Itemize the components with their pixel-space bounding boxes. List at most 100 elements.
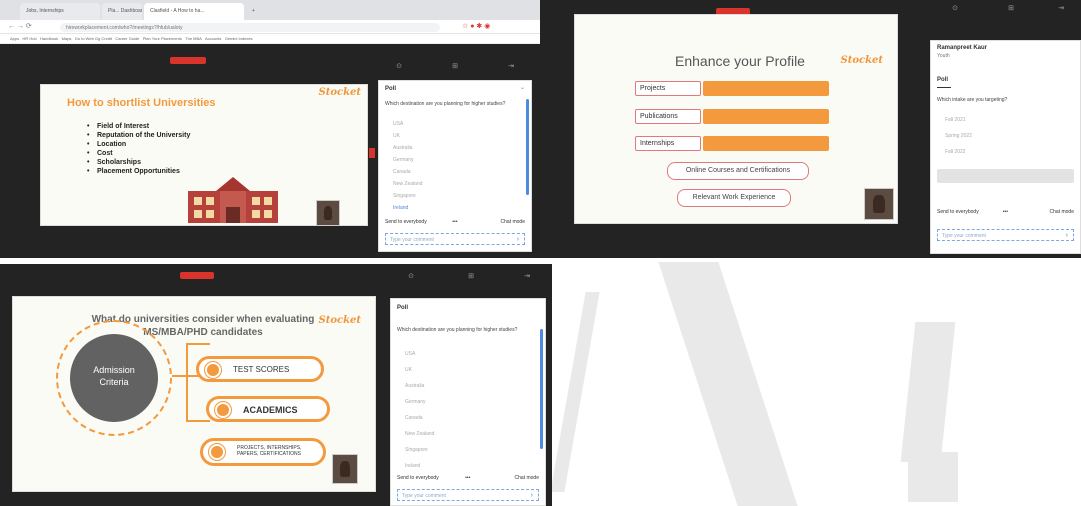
- new-tab-button[interactable]: +: [246, 3, 260, 20]
- send-arrow-icon[interactable]: ›: [1066, 232, 1068, 239]
- poll-scrollbar[interactable]: [526, 99, 529, 195]
- browser-tab[interactable]: Pla... Dashboard: [102, 3, 142, 20]
- profile-item-bar: [703, 81, 829, 96]
- center-label-line: Criteria: [99, 377, 129, 387]
- poll-option[interactable]: Ireland: [405, 463, 420, 469]
- send-arrow-icon[interactable]: ›: [517, 236, 519, 243]
- back-forward-reload-icons[interactable]: ← → ⟳: [8, 22, 32, 30]
- poll-option[interactable]: Fall 2021: [945, 117, 966, 123]
- share-icon[interactable]: ⊙: [384, 62, 414, 75]
- bookmark[interactable]: Maps: [62, 36, 72, 41]
- bookmark[interactable]: Go to Web Gg Credit: [75, 36, 112, 41]
- bookmark[interactable]: Plan Your Placements: [143, 36, 182, 41]
- more-options-icon[interactable]: •••: [452, 219, 457, 225]
- poll-option[interactable]: UK: [405, 367, 412, 373]
- bookmark[interactable]: Handbook: [40, 36, 58, 41]
- poll-panel: Ramanpreet Kaur Youth Poll Which intake …: [930, 40, 1081, 254]
- poll-option[interactable]: Australia: [405, 383, 424, 389]
- share-icon[interactable]: ⊙: [396, 272, 426, 280]
- share-icon[interactable]: ⊙: [940, 4, 970, 12]
- bookmark[interactable]: Gemini Indexes: [225, 36, 253, 41]
- poll-option[interactable]: Ireland: [393, 205, 408, 211]
- connector-line: [186, 343, 188, 421]
- send-to-dropdown[interactable]: Send to everybody: [397, 475, 439, 481]
- people-icon[interactable]: ⊞: [456, 272, 486, 280]
- brand-logo: Stocket: [318, 315, 361, 326]
- url-field[interactable]: hireworkplacement.com/who?/meetings?/hfu…: [60, 23, 440, 32]
- poll-option[interactable]: Germany: [405, 399, 426, 405]
- send-to-dropdown[interactable]: Send to everybody: [937, 209, 979, 215]
- poll-option[interactable]: UK: [393, 133, 400, 139]
- more-options-icon[interactable]: •••: [1003, 209, 1008, 215]
- center-label-line: Admission: [93, 365, 135, 375]
- criterion-label: PROJECTS, INTERNSHIPS, PAPERS, CERTIFICA…: [237, 445, 302, 457]
- message-input[interactable]: Type your comment ›: [385, 233, 525, 245]
- bookmark[interactable]: Accounts: [205, 36, 221, 41]
- chat-mode-toggle[interactable]: Chat mode: [515, 475, 539, 481]
- scan-artifacts: [548, 262, 1081, 506]
- poll-title: Poll: [397, 305, 409, 311]
- profile-item-label: Projects: [635, 81, 701, 96]
- message-input[interactable]: Type your comment ›: [397, 489, 539, 501]
- leave-icon[interactable]: ⇥: [512, 272, 542, 280]
- browser-tab-strip: Jobs, Internships Pla... Dashboard Clasf…: [0, 0, 548, 20]
- profile-pill: Online Courses and Certifications: [667, 162, 809, 180]
- people-icon[interactable]: ⊞: [440, 62, 470, 75]
- profile-item-bar: [703, 109, 829, 124]
- slide-enhance-profile: Enhance your Profile Stocket Projects Pu…: [574, 14, 898, 224]
- bookmarks-bar: Apps HR Hub Handbook Maps Go to Web Gg C…: [0, 34, 548, 44]
- poll-option[interactable]: Canada: [405, 415, 423, 421]
- user-name: Ramanpreet Kaur: [937, 45, 988, 51]
- poll-title: Poll: [385, 86, 397, 92]
- criterion-label: TEST SCORES: [233, 365, 290, 374]
- poll-option[interactable]: Canada: [393, 169, 411, 175]
- criterion-academics: ACADEMICS: [206, 396, 330, 422]
- recording-indicator: [170, 57, 206, 64]
- people-icon[interactable]: ⊞: [996, 4, 1026, 12]
- leave-icon[interactable]: ⇥: [1046, 4, 1076, 12]
- bookmark[interactable]: HR Hub: [22, 36, 36, 41]
- profile-item-bar: [703, 136, 829, 151]
- poll-option[interactable]: USA: [393, 121, 403, 127]
- chat-mode-toggle[interactable]: Chat mode: [501, 219, 525, 225]
- submit-button[interactable]: [937, 169, 1074, 183]
- send-row: Send to everybody ••• Chat mode: [937, 209, 1074, 215]
- poll-option[interactable]: New Zealand: [405, 431, 434, 437]
- poll-option[interactable]: Singapore: [393, 193, 416, 199]
- university-building-icon: [188, 177, 278, 223]
- chat-mode-toggle[interactable]: Chat mode: [1050, 209, 1074, 215]
- bookmark[interactable]: Apps: [10, 36, 19, 41]
- bookmark[interactable]: Career Guide: [115, 36, 139, 41]
- browser-tab[interactable]: Jobs, Internships: [20, 3, 100, 20]
- send-row: Send to everybody ••• Chat mode: [397, 475, 539, 481]
- poll-option[interactable]: Spring 2022: [945, 133, 972, 139]
- browser-tab-active[interactable]: Clasfield - A How to ha...: [144, 3, 244, 20]
- bullet-item: Location: [87, 141, 126, 148]
- chevron-down-icon[interactable]: ⌄: [520, 84, 525, 91]
- send-arrow-icon[interactable]: ›: [531, 492, 533, 499]
- presenter-video: [316, 200, 340, 226]
- tab-underline: [937, 87, 951, 88]
- poll-option[interactable]: Singapore: [405, 447, 428, 453]
- screenshot-1-browser-webinar: Jobs, Internships Pla... Dashboard Clasf…: [0, 0, 548, 258]
- admission-criteria-circle: Admission Criteria: [56, 320, 172, 436]
- slide-title: Enhance your Profile: [675, 53, 805, 69]
- poll-option[interactable]: USA: [405, 351, 415, 357]
- message-input[interactable]: Type your comment ›: [937, 229, 1074, 241]
- poll-option[interactable]: Germany: [393, 157, 414, 163]
- screenshot-2-webinar: Enhance your Profile Stocket Projects Pu…: [540, 0, 1081, 258]
- poll-option[interactable]: Fall 2022: [945, 149, 966, 155]
- screenshot-3-webinar: What do universities consider when evalu…: [0, 264, 552, 506]
- collapse-panel-icon[interactable]: [369, 148, 375, 158]
- more-options-icon[interactable]: •••: [465, 475, 470, 481]
- profile-item-label: Internships: [635, 136, 701, 151]
- send-to-dropdown[interactable]: Send to everybody: [385, 219, 427, 225]
- extension-icons[interactable]: ☆ ● ✱ ◉: [462, 22, 490, 30]
- bookmark[interactable]: The MBA: [185, 36, 202, 41]
- poll-question: Which intake are you targeting?: [937, 97, 1008, 103]
- poll-scrollbar[interactable]: [540, 329, 543, 449]
- poll-option[interactable]: Australia: [393, 145, 412, 151]
- presenter-video: [332, 454, 358, 484]
- poll-option[interactable]: New Zealand: [393, 181, 422, 187]
- leave-icon[interactable]: ⇥: [496, 62, 526, 75]
